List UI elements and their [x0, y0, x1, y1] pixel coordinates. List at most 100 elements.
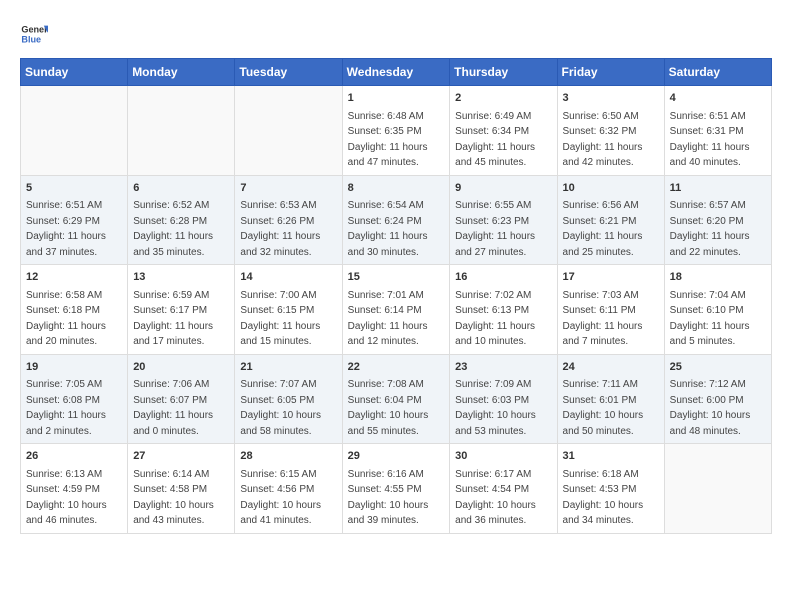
- day-number: 1: [348, 90, 445, 107]
- calendar-cell: 5Sunrise: 6:51 AM Sunset: 6:29 PM Daylig…: [21, 175, 128, 265]
- calendar-cell: 28Sunrise: 6:15 AM Sunset: 4:56 PM Dayli…: [235, 444, 342, 534]
- day-number: 29: [348, 448, 445, 465]
- day-info: Sunrise: 7:09 AM Sunset: 6:03 PM Dayligh…: [455, 377, 551, 439]
- calendar-cell: 12 Sunrise: 6:58 AM Sunset: 6:18 PM Dayli…: [21, 265, 128, 355]
- day-number: 9: [455, 180, 551, 197]
- calendar-week-4: 19Sunrise: 7:05 AM Sunset: 6:08 PM Dayli…: [21, 354, 772, 444]
- logo-icon: General Blue: [20, 20, 48, 48]
- calendar-cell: 18Sunrise: 7:04 AM Sunset: 6:10 PM Dayli…: [664, 265, 771, 355]
- day-info: Sunrise: 7:11 AM Sunset: 6:01 PM Dayligh…: [563, 377, 659, 439]
- day-number: 12: [26, 269, 122, 286]
- calendar-cell: [21, 86, 128, 176]
- svg-text:Blue: Blue: [21, 34, 41, 44]
- day-number: 3: [563, 90, 659, 107]
- calendar-cell: 16 Sunrise: 7:02 AM Sunset: 6:13 PM Dayli…: [450, 265, 557, 355]
- day-number: 31: [563, 448, 659, 465]
- day-info: Sunrise: 7:02 AM Sunset: 6:13 PM Dayligh…: [455, 288, 551, 350]
- day-number: 5: [26, 180, 122, 197]
- day-info: Sunrise: 6:15 AM Sunset: 4:56 PM Dayligh…: [240, 467, 336, 529]
- logo: General Blue: [20, 20, 54, 48]
- day-number: 10: [563, 180, 659, 197]
- day-number: 27: [133, 448, 229, 465]
- day-info: Sunrise: 6:16 AM Sunset: 4:55 PM Dayligh…: [348, 467, 445, 529]
- day-info: Sunrise: 7:06 AM Sunset: 6:07 PM Dayligh…: [133, 377, 229, 439]
- day-info: Sunrise: 6:49 AM Sunset: 6:34 PM Dayligh…: [455, 109, 551, 171]
- calendar-cell: 15Sunrise: 7:01 AM Sunset: 6:14 PM Dayli…: [342, 265, 450, 355]
- day-number: 24: [563, 359, 659, 376]
- day-of-week-wednesday: Wednesday: [342, 59, 450, 86]
- day-number: 21: [240, 359, 336, 376]
- calendar-week-5: 26Sunrise: 6:13 AM Sunset: 4:59 PM Dayli…: [21, 444, 772, 534]
- day-number: 17: [563, 269, 659, 286]
- day-info: Sunrise: 6:18 AM Sunset: 4:53 PM Dayligh…: [563, 467, 659, 529]
- calendar-cell: 14 Sunrise: 7:00 AM Sunset: 6:15 PM Dayli…: [235, 265, 342, 355]
- day-info: Sunrise: 7:12 AM Sunset: 6:00 PM Dayligh…: [670, 377, 766, 439]
- day-info: Sunrise: 6:58 AM Sunset: 6:18 PM Dayligh…: [26, 288, 122, 350]
- day-number: 8: [348, 180, 445, 197]
- day-number: 7: [240, 180, 336, 197]
- day-info: Sunrise: 6:55 AM Sunset: 6:23 PM Dayligh…: [455, 198, 551, 260]
- day-info: Sunrise: 6:17 AM Sunset: 4:54 PM Dayligh…: [455, 467, 551, 529]
- day-number: 14: [240, 269, 336, 286]
- calendar-week-1: 1 Sunrise: 6:48 AM Sunset: 6:35 PM Daylig…: [21, 86, 772, 176]
- day-of-week-saturday: Saturday: [664, 59, 771, 86]
- day-info: Sunrise: 7:00 AM Sunset: 6:15 PM Dayligh…: [240, 288, 336, 350]
- day-of-week-monday: Monday: [128, 59, 235, 86]
- calendar-cell: 27 Sunrise: 6:14 AM Sunset: 4:58 PM Dayli…: [128, 444, 235, 534]
- calendar-week-3: 12 Sunrise: 6:58 AM Sunset: 6:18 PM Dayli…: [21, 265, 772, 355]
- day-info: Sunrise: 6:51 AM Sunset: 6:31 PM Dayligh…: [670, 109, 766, 171]
- day-of-week-thursday: Thursday: [450, 59, 557, 86]
- day-info: Sunrise: 6:59 AM Sunset: 6:17 PM Dayligh…: [133, 288, 229, 350]
- day-info: Sunrise: 6:51 AM Sunset: 6:29 PM Dayligh…: [26, 198, 122, 260]
- day-number: 18: [670, 269, 766, 286]
- calendar-cell: 30 Sunrise: 6:17 AM Sunset: 4:54 PM Dayli…: [450, 444, 557, 534]
- day-of-week-friday: Friday: [557, 59, 664, 86]
- calendar-cell: 31 Sunrise: 6:18 AM Sunset: 4:53 PM Dayli…: [557, 444, 664, 534]
- day-number: 4: [670, 90, 766, 107]
- day-of-week-sunday: Sunday: [21, 59, 128, 86]
- day-info: Sunrise: 6:48 AM Sunset: 6:35 PM Dayligh…: [348, 109, 445, 171]
- day-info: Sunrise: 6:56 AM Sunset: 6:21 PM Dayligh…: [563, 198, 659, 260]
- day-info: Sunrise: 6:14 AM Sunset: 4:58 PM Dayligh…: [133, 467, 229, 529]
- calendar-cell: 29 Sunrise: 6:16 AM Sunset: 4:55 PM Dayli…: [342, 444, 450, 534]
- calendar-cell: [128, 86, 235, 176]
- calendar-cell: 8Sunrise: 6:54 AM Sunset: 6:24 PM Daylig…: [342, 175, 450, 265]
- day-number: 22: [348, 359, 445, 376]
- calendar-cell: 3 Sunrise: 6:50 AM Sunset: 6:32 PM Daylig…: [557, 86, 664, 176]
- calendar-cell: 1 Sunrise: 6:48 AM Sunset: 6:35 PM Daylig…: [342, 86, 450, 176]
- day-number: 23: [455, 359, 551, 376]
- calendar-cell: 17 Sunrise: 7:03 AM Sunset: 6:11 PM Dayli…: [557, 265, 664, 355]
- day-info: Sunrise: 7:05 AM Sunset: 6:08 PM Dayligh…: [26, 377, 122, 439]
- day-number: 13: [133, 269, 229, 286]
- calendar-cell: 6Sunrise: 6:52 AM Sunset: 6:28 PM Daylig…: [128, 175, 235, 265]
- calendar-cell: 11Sunrise: 6:57 AM Sunset: 6:20 PM Dayli…: [664, 175, 771, 265]
- calendar-cell: 26Sunrise: 6:13 AM Sunset: 4:59 PM Dayli…: [21, 444, 128, 534]
- page-header: General Blue: [20, 20, 772, 48]
- calendar-cell: 23Sunrise: 7:09 AM Sunset: 6:03 PM Dayli…: [450, 354, 557, 444]
- calendar-cell: 24Sunrise: 7:11 AM Sunset: 6:01 PM Dayli…: [557, 354, 664, 444]
- day-info: Sunrise: 6:50 AM Sunset: 6:32 PM Dayligh…: [563, 109, 659, 171]
- day-info: Sunrise: 6:52 AM Sunset: 6:28 PM Dayligh…: [133, 198, 229, 260]
- day-info: Sunrise: 6:53 AM Sunset: 6:26 PM Dayligh…: [240, 198, 336, 260]
- calendar-cell: 22Sunrise: 7:08 AM Sunset: 6:04 PM Dayli…: [342, 354, 450, 444]
- day-number: 20: [133, 359, 229, 376]
- calendar-cell: 10Sunrise: 6:56 AM Sunset: 6:21 PM Dayli…: [557, 175, 664, 265]
- calendar-cell: [664, 444, 771, 534]
- day-number: 26: [26, 448, 122, 465]
- day-number: 6: [133, 180, 229, 197]
- calendar-cell: 21Sunrise: 7:07 AM Sunset: 6:05 PM Dayli…: [235, 354, 342, 444]
- day-info: Sunrise: 6:54 AM Sunset: 6:24 PM Dayligh…: [348, 198, 445, 260]
- calendar-cell: 9Sunrise: 6:55 AM Sunset: 6:23 PM Daylig…: [450, 175, 557, 265]
- calendar-table: SundayMondayTuesdayWednesdayThursdayFrid…: [20, 58, 772, 534]
- day-info: Sunrise: 7:03 AM Sunset: 6:11 PM Dayligh…: [563, 288, 659, 350]
- day-number: 16: [455, 269, 551, 286]
- day-number: 19: [26, 359, 122, 376]
- calendar-cell: 2Sunrise: 6:49 AM Sunset: 6:34 PM Daylig…: [450, 86, 557, 176]
- calendar-week-2: 5Sunrise: 6:51 AM Sunset: 6:29 PM Daylig…: [21, 175, 772, 265]
- svg-text:General: General: [21, 25, 48, 35]
- day-info: Sunrise: 7:08 AM Sunset: 6:04 PM Dayligh…: [348, 377, 445, 439]
- calendar-cell: 19Sunrise: 7:05 AM Sunset: 6:08 PM Dayli…: [21, 354, 128, 444]
- day-number: 30: [455, 448, 551, 465]
- calendar-cell: 7Sunrise: 6:53 AM Sunset: 6:26 PM Daylig…: [235, 175, 342, 265]
- day-number: 11: [670, 180, 766, 197]
